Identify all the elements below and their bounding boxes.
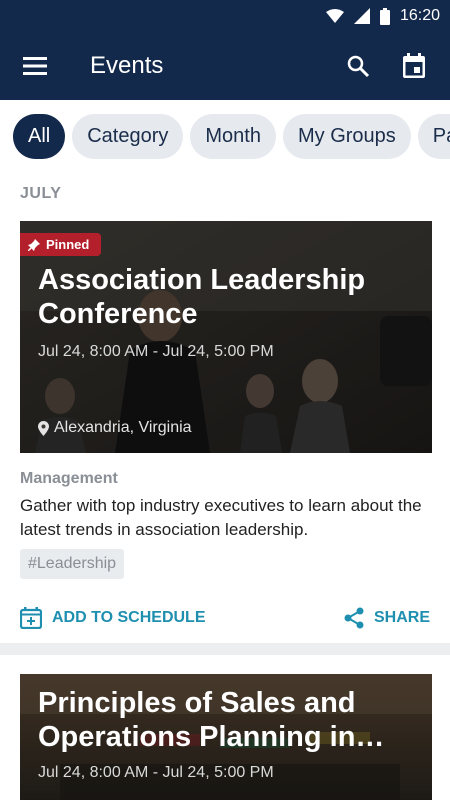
pin-icon [28,238,40,251]
filter-category[interactable]: Category [72,113,184,159]
location-pin-icon [38,420,49,436]
search-icon[interactable] [330,32,386,100]
status-bar: 16:20 [0,0,450,32]
section-label: JULY [20,185,62,202]
battery-icon [379,7,390,25]
calendar-add-icon [20,607,42,629]
add-to-schedule-label: ADD TO SCHEDULE [52,609,206,626]
app-bar: Events [0,32,450,100]
pinned-label: Pinned [46,237,90,252]
status-time: 16:20 [399,7,440,24]
event-date: Jul 24, 8:00 AM - Jul 24, 5:00 PM [38,764,274,781]
event-hero[interactable]: Principles of Sales and Operations Plann… [20,674,432,800]
filter-all[interactable]: All [13,113,66,159]
pinned-badge: Pinned [20,233,102,256]
event-card[interactable]: Principles of Sales and Operations Plann… [20,674,432,800]
event-description: Gather with top industry executives to l… [20,496,422,539]
event-category: Management [20,470,118,487]
menu-icon[interactable] [0,32,70,100]
event-hero[interactable]: Pinned Association Leadership Conference… [20,221,432,453]
event-actions: ADD TO SCHEDULE SHARE [20,600,430,636]
event-card[interactable]: Pinned Association Leadership Conference… [20,221,432,453]
event-location: Alexandria, Virginia [38,419,192,437]
add-to-schedule-button[interactable]: ADD TO SCHEDULE [20,607,206,629]
share-label: SHARE [373,609,430,626]
signal-icon [353,8,370,24]
event-location-text: Alexandria, Virginia [54,419,192,436]
event-date: Jul 24, 8:00 AM - Jul 24, 5:00 PM [38,343,274,360]
page-title: Events [90,52,164,79]
share-button[interactable]: SHARE [344,607,430,629]
filter-my-groups[interactable]: My Groups [282,113,411,159]
wifi-icon [325,8,344,24]
filter-month[interactable]: Month [190,113,276,159]
filter-chips: All Category Month My Groups Pa [0,100,450,172]
calendar-icon[interactable] [386,32,442,100]
card-divider [0,643,450,655]
event-tag[interactable]: #Leadership [20,549,125,579]
event-title: Association Leadership Conference [38,264,366,330]
filter-partial[interactable]: Pa [417,113,450,159]
event-title: Principles of Sales and Operations Plann… [38,687,356,753]
share-icon [344,607,364,629]
